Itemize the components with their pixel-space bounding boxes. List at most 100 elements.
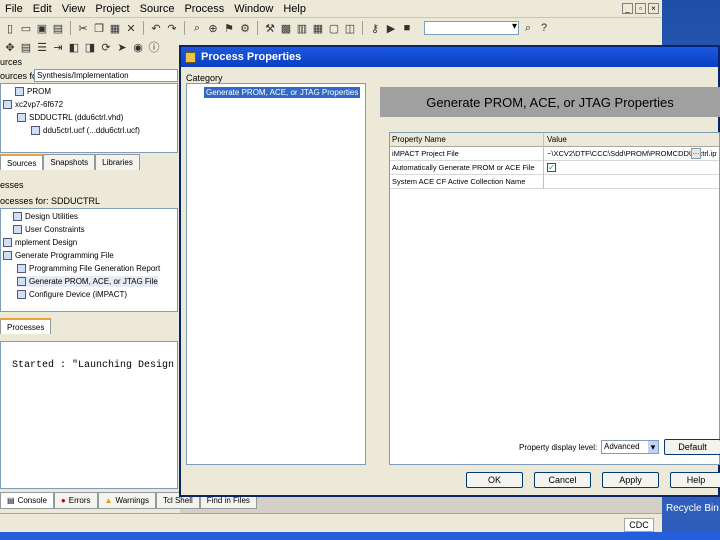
move-icon[interactable]: ✥ (3, 40, 17, 54)
main-toolbar: ▯ ▭ ▣ ▤ ✂ ❐ ▦ ✕ ↶ ↷ ⌕ ⊕ ⚑ ⚙ ⚒ ▩ ▥ ▦ ▢ ◫ … (0, 18, 662, 38)
cut-icon[interactable]: ✂ (76, 21, 90, 35)
run-icon[interactable]: ▶ (384, 21, 398, 35)
recycle-bin-label[interactable]: Recycle Bin (666, 503, 719, 514)
menu-edit[interactable]: Edit (28, 0, 57, 18)
play-icon[interactable]: ◉ (131, 40, 145, 54)
dialog-icon (185, 51, 196, 63)
menu-file[interactable]: File (0, 0, 28, 18)
processes-header: ocesses for: SDDUCTRL (0, 196, 101, 206)
tab-console[interactable]: ▤ Console (0, 492, 54, 509)
window-icon[interactable]: ▢ (327, 21, 341, 35)
split-icon[interactable]: ◧ (67, 40, 81, 54)
find-icon[interactable]: ⌕ (190, 21, 204, 35)
tree-item[interactable]: xc2vp7-6f672 (3, 99, 63, 110)
window-controls: _ ▫ × (622, 3, 662, 14)
new-file-icon[interactable]: ▯ (3, 21, 17, 35)
process-item[interactable]: User Constraints (13, 224, 85, 235)
tree-item[interactable]: PROM (15, 86, 51, 97)
tree-item[interactable]: ddu5ctrl.ucf (...ddu6ctrl.ucf) (31, 125, 140, 136)
module-icon (17, 113, 26, 123)
tab-warnings[interactable]: ▲ Warnings (97, 492, 156, 509)
bookmark-icon[interactable]: ⚑ (222, 21, 236, 35)
paste-icon[interactable]: ▦ (108, 21, 122, 35)
toolbar-search-combo[interactable] (424, 21, 519, 35)
display-level-select[interactable]: Advanced (601, 440, 659, 454)
process-item[interactable]: Configure Device (iMPACT) (17, 289, 127, 300)
layout-icon[interactable]: ▥ (295, 21, 309, 35)
status-cell: CDC (624, 518, 654, 532)
zoom-icon[interactable]: ⊕ (206, 21, 220, 35)
list-icon[interactable]: ☰ (35, 40, 49, 54)
warning-icon (3, 251, 12, 261)
table-row[interactable]: Automatically Generate PROM or ACE File … (390, 161, 719, 175)
undo-icon[interactable]: ↶ (149, 21, 163, 35)
menu-help[interactable]: Help (278, 0, 311, 18)
restore-icon[interactable]: ▫ (635, 3, 646, 14)
copy-icon[interactable]: ❐ (92, 21, 106, 35)
menu-project[interactable]: Project (90, 0, 134, 18)
menu-process[interactable]: Process (179, 0, 229, 18)
table-row[interactable]: System ACE CF Active Collection Name (390, 175, 719, 189)
search-icon[interactable]: ⌕ (521, 21, 535, 35)
print-icon[interactable]: ▤ (51, 21, 65, 35)
toolbar-separator (143, 21, 144, 35)
info-icon[interactable]: ⓘ (147, 40, 161, 54)
tab-libraries[interactable]: Libraries (95, 154, 140, 170)
menu-source[interactable]: Source (135, 0, 180, 18)
browse-button[interactable]: … (691, 148, 701, 159)
process-item[interactable]: Design Utilities (13, 211, 78, 222)
menu-bar: File Edit View Project Source Process Wi… (0, 0, 662, 18)
key-icon[interactable]: ⚷ (368, 21, 382, 35)
auto-generate-checkbox[interactable]: ✓ (547, 163, 556, 172)
help-button[interactable]: Help (670, 472, 720, 488)
properties-banner: Generate PROM, ACE, or JTAG Properties (380, 87, 720, 117)
tab-processes[interactable]: Processes (0, 318, 52, 334)
table-row[interactable]: iMPACT Project File ~\XCV2\DTF\CCC\Sdd\P… (390, 147, 719, 161)
category-item-prom-properties[interactable]: Generate PROM, ACE, or JTAG Properties (204, 87, 361, 98)
tile-icon[interactable]: ◫ (343, 21, 357, 35)
panel-icon[interactable]: ◨ (83, 40, 97, 54)
refresh-icon[interactable]: ⟳ (99, 40, 113, 54)
align-icon[interactable]: ▤ (19, 40, 33, 54)
category-label: Category (186, 73, 223, 83)
close-icon[interactable]: × (648, 3, 659, 14)
grid-icon[interactable]: ▦ (311, 21, 325, 35)
dialog-titlebar[interactable]: Process Properties (181, 47, 718, 67)
save-icon[interactable]: ▣ (35, 21, 49, 35)
process-item[interactable]: mplement Design (3, 237, 77, 248)
help-icon[interactable]: ? (537, 21, 551, 35)
process-item[interactable]: Generate Programming File (3, 250, 114, 261)
minimize-icon[interactable]: _ (622, 3, 633, 14)
indent-icon[interactable]: ⇥ (51, 40, 65, 54)
menu-window[interactable]: Window (229, 0, 278, 18)
taskbar (0, 532, 720, 540)
delete-icon[interactable]: ✕ (124, 21, 138, 35)
check-icon (17, 264, 26, 274)
sources-tree: PROM xc2vp7-6f672 SDDUCTRL (ddu6ctrl.vhd… (0, 83, 178, 153)
cancel-button[interactable]: Cancel (534, 472, 591, 488)
arrow-icon[interactable]: ➤ (115, 40, 129, 54)
sources-combo[interactable]: Synthesis/Implementation (34, 69, 178, 82)
console-text: Started : "Launching Design (12, 360, 175, 371)
tools-icon[interactable]: ⚙ (238, 21, 252, 35)
toolbar-separator (362, 21, 363, 35)
apply-button[interactable]: Apply (602, 472, 659, 488)
process-properties-dialog: Process Properties Category Generate PRO… (179, 45, 720, 497)
process-item[interactable]: Generate PROM, ACE, or JTAG File (17, 276, 158, 287)
process-item[interactable]: Programming File Generation Report (17, 263, 160, 274)
hammer-icon[interactable]: ⚒ (263, 21, 277, 35)
tab-sources[interactable]: Sources (0, 154, 44, 170)
tab-snapshots[interactable]: Snapshots (43, 154, 96, 170)
tree-item[interactable]: SDDUCTRL (ddu6ctrl.vhd) (17, 112, 123, 123)
warning-icon (3, 238, 12, 248)
ok-button[interactable]: OK (466, 472, 523, 488)
chip-icon[interactable]: ▩ (279, 21, 293, 35)
open-folder-icon[interactable]: ▭ (19, 21, 33, 35)
processes-tabs: Processes (0, 318, 52, 334)
menu-view[interactable]: View (57, 0, 91, 18)
column-divider[interactable] (543, 133, 544, 189)
stop-icon[interactable]: ■ (400, 21, 414, 35)
default-button[interactable]: Default (664, 439, 720, 455)
redo-icon[interactable]: ↷ (165, 21, 179, 35)
tab-errors[interactable]: ● Errors (53, 492, 98, 509)
